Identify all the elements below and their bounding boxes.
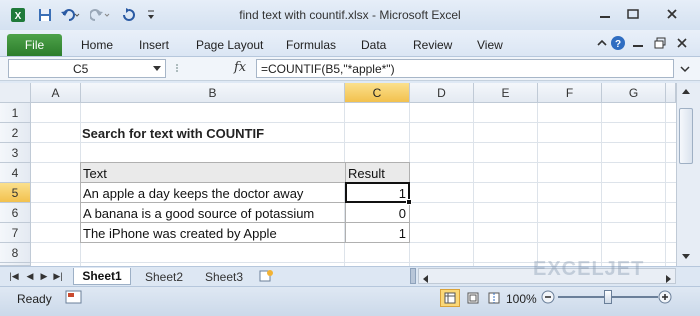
previous-sheet-icon[interactable]: ◀ xyxy=(25,271,35,281)
gridline xyxy=(473,103,474,266)
name-box[interactable]: C5 xyxy=(8,59,166,78)
normal-view-button[interactable] xyxy=(440,289,460,307)
column-header-partial xyxy=(666,83,676,103)
restore-button[interactable] xyxy=(620,4,646,24)
insert-sheet-icon[interactable] xyxy=(258,269,274,286)
zoom-slider-thumb[interactable] xyxy=(604,290,612,304)
workbook-restore-icon[interactable] xyxy=(652,35,668,51)
table-cell-text[interactable]: The iPhone was created by Apple xyxy=(83,226,277,241)
table-header-text[interactable]: Text xyxy=(83,166,107,181)
row-header-4[interactable]: 4 xyxy=(0,163,31,183)
sheet-tab-sheet1[interactable]: Sheet1 xyxy=(73,268,131,285)
scroll-right-icon[interactable] xyxy=(664,272,672,286)
row-header-3[interactable]: 3 xyxy=(0,143,31,163)
minimize-ribbon-icon[interactable] xyxy=(594,35,610,51)
next-sheet-icon[interactable]: ▶ xyxy=(39,271,49,281)
first-sheet-icon[interactable]: |◀ xyxy=(9,271,19,281)
status-bar xyxy=(0,286,700,316)
tab-split-handle[interactable] xyxy=(410,268,416,284)
close-button[interactable] xyxy=(648,4,696,24)
table-rule xyxy=(80,222,410,223)
name-box-value: C5 xyxy=(73,62,89,76)
row-header-7[interactable]: 7 xyxy=(0,223,31,243)
page-break-icon xyxy=(488,292,500,304)
gridline xyxy=(31,122,676,123)
gridline xyxy=(665,103,666,266)
last-sheet-icon[interactable]: ▶| xyxy=(53,271,63,281)
active-cell-selection[interactable] xyxy=(345,182,410,203)
gridline xyxy=(537,103,538,266)
excel-window: X find text with countif.xlsx - Microsof… xyxy=(0,0,700,316)
gridline xyxy=(31,142,676,143)
column-header-c[interactable]: C xyxy=(345,83,410,103)
tab-data[interactable]: Data xyxy=(361,38,386,52)
formula-bar-separator xyxy=(172,60,226,77)
tab-formulas[interactable]: Formulas xyxy=(286,38,336,52)
select-all-corner[interactable] xyxy=(0,83,31,103)
row-header-2[interactable]: 2 xyxy=(0,123,31,143)
table-cell-result[interactable]: 0 xyxy=(345,206,406,221)
page-layout-icon xyxy=(467,292,479,304)
formula-text: =COUNTIF(B5,"*apple*") xyxy=(261,62,395,76)
page-break-view-button[interactable] xyxy=(484,289,504,307)
column-header-e[interactable]: E xyxy=(474,83,538,103)
zoom-in-icon[interactable] xyxy=(658,290,672,307)
sheet-tab-sheet2[interactable]: Sheet2 xyxy=(135,268,193,285)
column-header-a[interactable]: A xyxy=(31,83,81,103)
sheet-title-cell[interactable]: Search for text with COUNTIF xyxy=(82,126,264,141)
normal-view-icon xyxy=(444,292,456,304)
tab-view[interactable]: View xyxy=(477,38,503,52)
gridline xyxy=(601,103,602,266)
expand-formula-bar-icon[interactable] xyxy=(680,63,690,77)
column-header-b[interactable]: B xyxy=(81,83,345,103)
vertical-scroll-thumb[interactable] xyxy=(679,108,693,164)
exceljet-watermark: EXCELJET xyxy=(533,258,645,280)
workbook-minimize-icon[interactable] xyxy=(630,35,646,51)
scroll-down-icon[interactable] xyxy=(680,250,692,265)
zoom-out-icon[interactable] xyxy=(541,290,555,307)
column-header-g[interactable]: G xyxy=(602,83,666,103)
table-cell-text[interactable]: An apple a day keeps the doctor away xyxy=(83,186,303,201)
insert-function-icon[interactable]: fx xyxy=(234,60,246,75)
macro-record-icon[interactable] xyxy=(65,289,83,308)
scroll-up-icon[interactable] xyxy=(680,86,692,101)
row-header-1[interactable]: 1 xyxy=(0,103,31,123)
formula-input[interactable]: =COUNTIF(B5,"*apple*") xyxy=(256,59,674,78)
svg-text:?: ? xyxy=(615,39,621,50)
table-cell-result[interactable]: 1 xyxy=(345,226,406,241)
status-ready: Ready xyxy=(17,292,52,306)
tab-file[interactable]: File xyxy=(7,34,62,56)
minimize-button[interactable] xyxy=(592,4,618,24)
table-cell-text[interactable]: A banana is a good source of potassium xyxy=(83,206,314,221)
tab-review[interactable]: Review xyxy=(413,38,452,52)
column-header-d[interactable]: D xyxy=(410,83,474,103)
scroll-left-icon[interactable] xyxy=(422,272,430,286)
tab-page-layout[interactable]: Page Layout xyxy=(196,38,263,52)
tab-insert[interactable]: Insert xyxy=(139,38,169,52)
page-layout-view-button[interactable] xyxy=(463,289,483,307)
zoom-level[interactable]: 100% xyxy=(506,292,537,306)
name-box-dropdown-icon[interactable] xyxy=(153,66,161,72)
row-header-8[interactable]: 8 xyxy=(0,243,31,263)
table-header-result[interactable]: Result xyxy=(348,166,385,181)
row-header-5[interactable]: 5 xyxy=(0,183,31,203)
row-header-6[interactable]: 6 xyxy=(0,203,31,223)
column-header-f[interactable]: F xyxy=(538,83,602,103)
sheet-tab-sheet3[interactable]: Sheet3 xyxy=(195,268,253,285)
fill-handle[interactable] xyxy=(406,199,412,205)
help-icon[interactable]: ? xyxy=(610,35,626,51)
tab-home[interactable]: Home xyxy=(81,38,113,52)
workbook-close-icon[interactable] xyxy=(674,35,690,51)
